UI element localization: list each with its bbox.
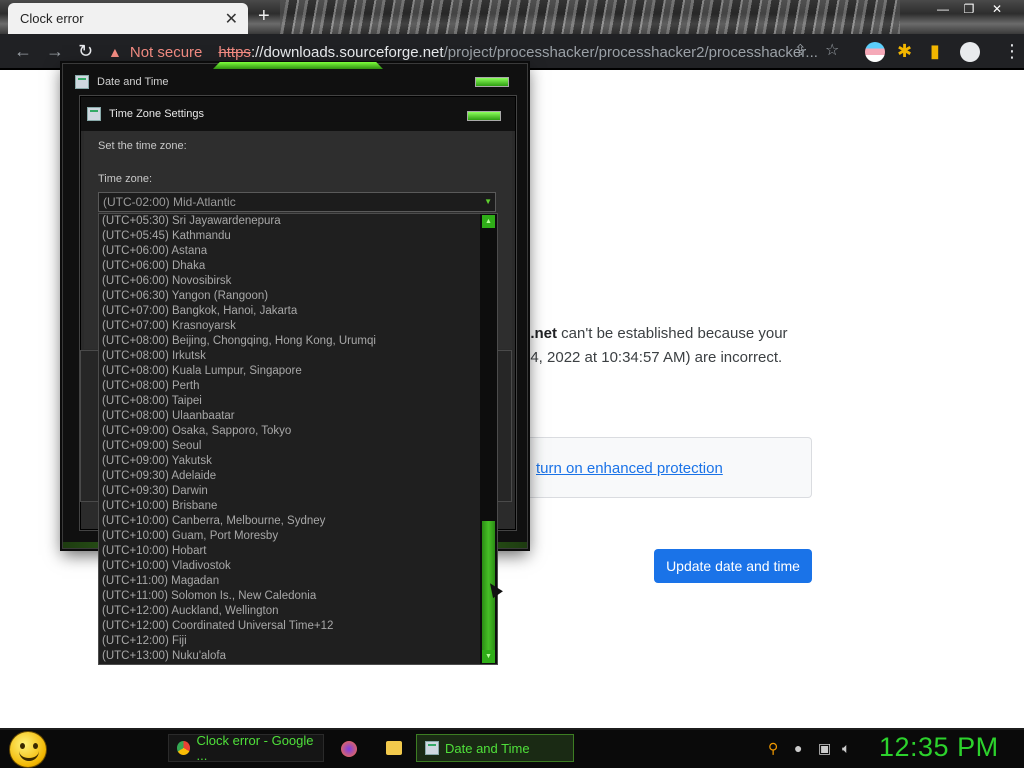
share-icon[interactable]: ⇪ xyxy=(794,42,807,60)
extension-flag-icon[interactable] xyxy=(865,42,885,62)
time-zone-option[interactable]: (UTC+09:30) Darwin xyxy=(99,484,497,499)
close-window-button[interactable]: ✕ xyxy=(984,0,1010,20)
time-zone-option[interactable]: (UTC+11:00) Magadan xyxy=(99,574,497,589)
time-zone-option[interactable]: (UTC+07:00) Bangkok, Hanoi, Jakarta xyxy=(99,304,497,319)
new-tab-button[interactable]: + xyxy=(258,5,270,28)
taskbar-clock[interactable]: 12:35 PM xyxy=(879,732,999,763)
time-zone-option[interactable]: (UTC+13:00) Nuku'alofa xyxy=(99,649,497,664)
browser-tabstrip: Clock error ✕ + — ❐ ✕ xyxy=(0,0,1024,34)
warning-icon[interactable]: ▲ xyxy=(108,44,122,60)
bookmark-star-icon[interactable]: ☆ xyxy=(825,42,839,60)
back-button[interactable]: ← xyxy=(14,42,32,60)
volume-icon[interactable]: 🔈︎ xyxy=(842,740,850,757)
error-message-line2: 24, 2022 at 10:34:57 AM) are incorrect. xyxy=(522,349,783,366)
calendar-icon xyxy=(87,107,101,121)
url-host: ://downloads.sourceforge.net xyxy=(250,43,444,61)
tab-close-icon[interactable]: ✕ xyxy=(225,9,238,29)
time-zone-option[interactable]: (UTC+06:00) Astana xyxy=(99,244,497,259)
url-scheme: https xyxy=(218,43,251,61)
side-panel-icon[interactable]: ▮ xyxy=(930,42,940,60)
time-zone-option[interactable]: (UTC+08:00) Beijing, Chongqing, Hong Kon… xyxy=(99,334,497,349)
security-status[interactable]: Not secure xyxy=(130,44,203,61)
reload-button[interactable]: ↻ xyxy=(78,42,93,60)
time-zone-option[interactable]: (UTC+05:30) Sri Jayawardenepura xyxy=(99,214,497,229)
search-icon[interactable]: ⚲ xyxy=(768,740,778,757)
time-zone-option[interactable]: (UTC+09:00) Seoul xyxy=(99,439,497,454)
time-zone-option[interactable]: (UTC+10:00) Vladivostok xyxy=(99,559,497,574)
time-zone-dropdown-list[interactable]: (UTC+05:30) Sri Jayawardenepura (UTC+05:4… xyxy=(98,213,498,665)
time-zone-option[interactable]: (UTC+06:00) Novosibirsk xyxy=(99,274,497,289)
time-zone-option[interactable]: (UTC+08:00) Perth xyxy=(99,379,497,394)
time-zone-option[interactable]: (UTC+08:00) Irkutsk xyxy=(99,349,497,364)
time-zone-option[interactable]: (UTC+11:00) Solomon Is., New Caledonia xyxy=(99,589,497,604)
firefox-icon[interactable] xyxy=(341,741,357,757)
time-zone-option[interactable]: (UTC+07:00) Krasnoyarsk xyxy=(99,319,497,334)
time-zone-option[interactable]: (UTC+10:00) Guam, Port Moresby xyxy=(99,529,497,544)
set-time-zone-label: Set the time zone: xyxy=(98,140,187,152)
time-zone-selected-value: (UTC-02:00) Mid-Atlantic xyxy=(103,195,236,209)
url-path: /project/processhacker/processhacker2/pr… xyxy=(443,43,818,61)
taskbar-date-time-label: Date and Time xyxy=(445,740,530,756)
address-bar[interactable]: ▲ Not secure https ://downloads.sourcefo… xyxy=(108,38,850,66)
calendar-icon xyxy=(75,75,89,89)
menu-kebab-icon[interactable]: ⋮ xyxy=(1003,42,1021,60)
time-zone-options: (UTC+05:30) Sri Jayawardenepura (UTC+05:4… xyxy=(99,214,497,664)
date-time-titlebar[interactable]: Date and Time xyxy=(63,64,527,100)
tab-title: Clock error xyxy=(20,11,84,26)
time-zone-option[interactable]: (UTC+06:00) Dhaka xyxy=(99,259,497,274)
taskbar-chrome-label: Clock error - Google ... xyxy=(196,733,314,763)
start-button-smiley-icon[interactable] xyxy=(9,731,47,768)
time-zone-option[interactable]: (UTC+05:45) Kathmandu xyxy=(99,229,497,244)
time-zone-label: Time zone: xyxy=(98,173,153,185)
chrome-icon xyxy=(177,741,191,755)
time-zone-option[interactable]: (UTC+08:00) Taipei xyxy=(99,394,497,409)
time-zone-option[interactable]: (UTC+06:30) Yangon (Rangoon) xyxy=(99,289,497,304)
update-date-time-button[interactable]: Update date and time xyxy=(654,549,812,583)
error-text-1: can't be established because your xyxy=(557,325,788,342)
forward-button[interactable]: → xyxy=(46,42,64,60)
time-zone-option[interactable]: (UTC+10:00) Canberra, Melbourne, Sydney xyxy=(99,514,497,529)
theme-background xyxy=(280,0,900,34)
time-zone-option[interactable]: (UTC+12:00) Coordinated Universal Time+1… xyxy=(99,619,497,634)
folder-icon[interactable] xyxy=(386,741,402,755)
time-zone-option[interactable]: (UTC+08:00) Ulaanbaatar xyxy=(99,409,497,424)
network-icon[interactable]: ▣ xyxy=(818,740,831,757)
time-zone-option[interactable]: (UTC+09:00) Osaka, Sapporo, Tokyo xyxy=(99,424,497,439)
chevron-down-icon[interactable]: ▼ xyxy=(484,193,492,211)
time-zone-option[interactable]: (UTC+12:00) Fiji xyxy=(99,634,497,649)
time-zone-title: Time Zone Settings xyxy=(109,108,204,120)
time-zone-option[interactable]: (UTC+08:00) Kuala Lumpur, Singapore xyxy=(99,364,497,379)
time-zone-close-button[interactable] xyxy=(467,111,501,121)
taskbar-date-time-window[interactable]: Date and Time xyxy=(416,734,574,762)
minimize-button[interactable]: — xyxy=(930,0,956,20)
enhanced-protection-link[interactable]: turn on enhanced protection xyxy=(536,460,723,477)
calendar-icon xyxy=(425,741,439,755)
time-zone-option[interactable]: (UTC+10:00) Brisbane xyxy=(99,499,497,514)
time-zone-option[interactable]: (UTC+09:30) Adelaide xyxy=(99,469,497,484)
tab-clock-error[interactable]: Clock error ✕ xyxy=(8,3,248,34)
time-zone-option[interactable]: (UTC+12:00) Auckland, Wellington xyxy=(99,604,497,619)
status-circle-icon[interactable]: ● xyxy=(794,740,802,756)
date-time-title: Date and Time xyxy=(97,76,169,88)
time-zone-select[interactable]: (UTC-02:00) Mid-Atlantic ▼ xyxy=(98,192,496,212)
error-message-line1: e.net can't be established because your xyxy=(522,325,788,342)
scroll-down-icon[interactable]: ▼ xyxy=(482,650,495,663)
date-time-close-button[interactable] xyxy=(475,77,509,87)
profile-avatar-icon[interactable] xyxy=(960,42,980,62)
extensions-puzzle-icon[interactable]: ✱ xyxy=(897,42,912,60)
maximize-button[interactable]: ❐ xyxy=(956,0,982,20)
time-zone-titlebar[interactable]: Time Zone Settings xyxy=(81,97,515,131)
scroll-up-icon[interactable]: ▲ xyxy=(482,215,495,228)
taskbar-chrome-window[interactable]: Clock error - Google ... xyxy=(168,733,324,763)
time-zone-option[interactable]: (UTC+09:00) Yakutsk xyxy=(99,454,497,469)
time-zone-option[interactable]: (UTC+10:00) Hobart xyxy=(99,544,497,559)
